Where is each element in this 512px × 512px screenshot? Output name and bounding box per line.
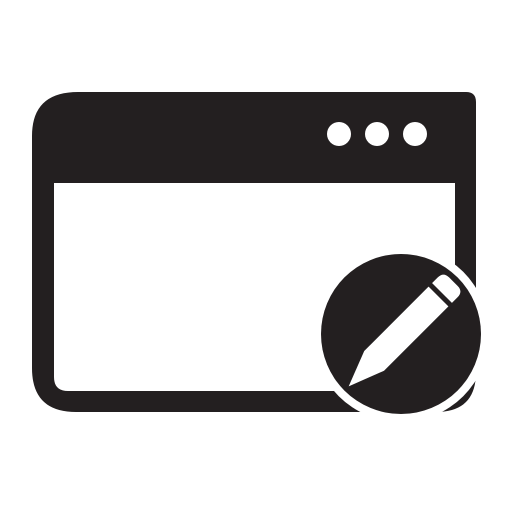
- edit-window-icon: [32, 92, 481, 414]
- edit-window-icon-canvas: [0, 0, 512, 512]
- window-dot-3: [403, 122, 427, 146]
- window-dot-1: [327, 122, 351, 146]
- pencil-badge-icon: [321, 254, 481, 414]
- three-dots-icon: [327, 122, 427, 146]
- window-dot-2: [365, 122, 389, 146]
